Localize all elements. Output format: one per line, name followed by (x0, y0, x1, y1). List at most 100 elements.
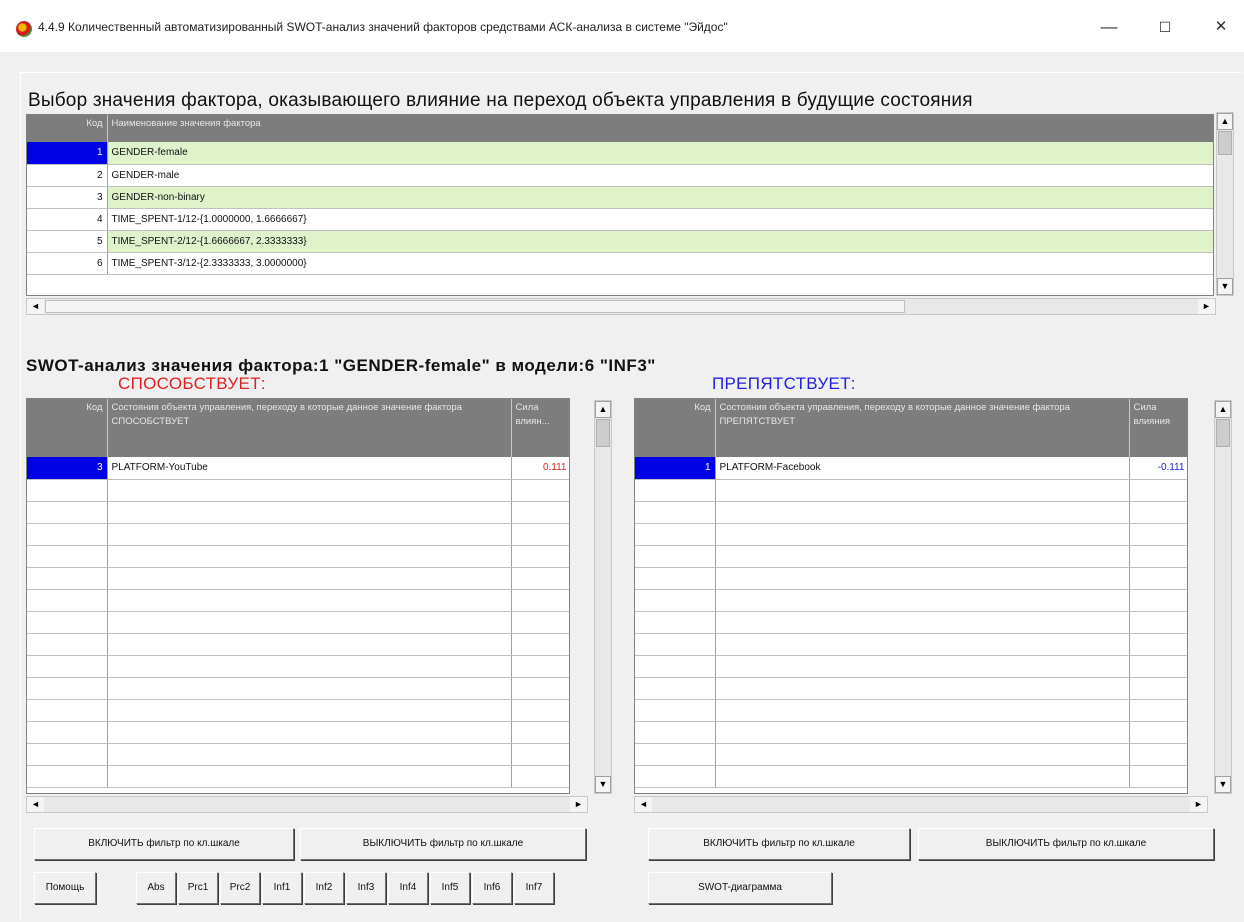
cell-name[interactable]: GENDER-male (107, 164, 1213, 187)
table-row[interactable] (635, 501, 1187, 524)
scroll-up-icon[interactable]: ▲ (595, 401, 611, 418)
cell-code[interactable]: 4 (27, 208, 108, 231)
table-row[interactable] (635, 589, 1187, 612)
table-row[interactable]: 3 PLATFORM-YouTube 0.111 (27, 457, 569, 480)
table-row[interactable] (635, 611, 1187, 634)
table-row[interactable] (635, 765, 1187, 788)
cell-name[interactable]: TIME_SPENT-1/12-{1.0000000, 1.6666667} (107, 208, 1213, 231)
model-inf2-button[interactable]: Inf2 (304, 872, 344, 904)
table-row[interactable]: 6 TIME_SPENT-3/12-{2.3333333, 3.0000000} (27, 252, 1213, 275)
table-row[interactable] (27, 633, 569, 656)
table-row[interactable] (27, 721, 569, 744)
table-row[interactable] (635, 567, 1187, 590)
table-row[interactable] (27, 545, 569, 568)
scroll-left-icon[interactable]: ◄ (27, 797, 44, 812)
col-header-code[interactable]: Код (27, 115, 108, 142)
cell-code[interactable]: 6 (27, 252, 108, 275)
table-row[interactable] (27, 479, 569, 502)
scroll-right-icon[interactable]: ► (1198, 299, 1215, 314)
table-row[interactable] (27, 523, 569, 546)
promotes-grid[interactable]: Код Состояния объекта управления, перехо… (26, 398, 570, 794)
table-row[interactable] (635, 545, 1187, 568)
col-header-code[interactable]: Код (635, 399, 716, 457)
cell-name[interactable]: GENDER-non-binary (107, 186, 1213, 209)
col-header-name[interactable]: Состояния объекта управления, переходу в… (107, 399, 512, 457)
col-header-name[interactable]: Состояния объекта управления, переходу в… (715, 399, 1130, 457)
scroll-down-icon[interactable]: ▼ (1217, 278, 1233, 295)
table-row[interactable] (27, 677, 569, 700)
scroll-thumb[interactable] (1216, 419, 1230, 447)
scroll-left-icon[interactable]: ◄ (27, 299, 44, 314)
scroll-up-icon[interactable]: ▲ (1215, 401, 1231, 418)
scroll-thumb[interactable] (596, 419, 610, 447)
right-filter-on-button[interactable]: ВКЛЮЧИТЬ фильтр по кл.шкале (648, 828, 910, 860)
col-header-code[interactable]: Код (27, 399, 108, 457)
scroll-down-icon[interactable]: ▼ (595, 776, 611, 793)
table-row[interactable] (635, 633, 1187, 656)
model-abs-button[interactable]: Abs (136, 872, 176, 904)
table-row[interactable]: 1 GENDER-female (27, 142, 1213, 165)
col-header-strength[interactable]: Сила влияния (1129, 399, 1187, 457)
model-inf3-button[interactable]: Inf3 (346, 872, 386, 904)
table-row[interactable] (635, 677, 1187, 700)
factor-grid-vertical-scrollbar[interactable]: ▲ ▼ (1216, 112, 1234, 296)
model-inf1-button[interactable]: Inf1 (262, 872, 302, 904)
hinders-grid[interactable]: Код Состояния объекта управления, перехо… (634, 398, 1188, 794)
model-prc2-button[interactable]: Prc2 (220, 872, 260, 904)
cell-code[interactable]: 2 (27, 164, 108, 187)
cell-name[interactable]: TIME_SPENT-2/12-{1.6666667, 2.3333333} (107, 230, 1213, 253)
table-row[interactable] (635, 699, 1187, 722)
table-row[interactable]: 3 GENDER-non-binary (27, 186, 1213, 209)
model-inf7-button[interactable]: Inf7 (514, 872, 554, 904)
scroll-left-icon[interactable]: ◄ (635, 797, 652, 812)
table-row[interactable] (635, 721, 1187, 744)
cell-code[interactable]: 3 (27, 457, 108, 480)
scroll-right-icon[interactable]: ► (570, 797, 587, 812)
cell-strength[interactable]: 0.111 (511, 457, 569, 480)
cell-strength[interactable]: -0.111 (1129, 457, 1187, 480)
table-row[interactable] (635, 655, 1187, 678)
table-row[interactable]: 2 GENDER-male (27, 164, 1213, 187)
hinders-vertical-scrollbar[interactable]: ▲ ▼ (1214, 400, 1232, 794)
left-filter-on-button[interactable]: ВКЛЮЧИТЬ фильтр по кл.шкале (34, 828, 294, 860)
help-button[interactable]: Помощь (34, 872, 96, 904)
table-row[interactable] (27, 699, 569, 722)
factor-grid-horizontal-scrollbar[interactable]: ◄ ► (26, 298, 1216, 315)
table-row[interactable] (27, 589, 569, 612)
model-inf4-button[interactable]: Inf4 (388, 872, 428, 904)
cell-name[interactable]: PLATFORM-Facebook (715, 457, 1130, 480)
scroll-thumb[interactable] (1218, 131, 1232, 155)
cell-code[interactable]: 1 (27, 142, 108, 165)
promotes-horizontal-scrollbar[interactable]: ◄ ► (26, 796, 588, 813)
col-header-strength[interactable]: Сила влиян... (511, 399, 569, 457)
cell-code[interactable]: 1 (635, 457, 716, 480)
table-row[interactable]: 1 PLATFORM-Facebook -0.111 (635, 457, 1187, 480)
table-row[interactable] (27, 743, 569, 766)
factor-values-grid[interactable]: Код Наименование значения фактора 1 GEND… (26, 114, 1214, 296)
table-row[interactable] (27, 611, 569, 634)
table-row[interactable] (635, 523, 1187, 546)
right-filter-off-button[interactable]: ВЫКЛЮЧИТЬ фильтр по кл.шкале (918, 828, 1214, 860)
swot-diagram-button[interactable]: SWOT-диаграмма (648, 872, 832, 904)
close-button[interactable]: ✕ (1206, 14, 1236, 40)
promotes-vertical-scrollbar[interactable]: ▲ ▼ (594, 400, 612, 794)
maximize-button[interactable]: ☐ (1150, 14, 1180, 40)
scroll-down-icon[interactable]: ▼ (1215, 776, 1231, 793)
table-row[interactable] (635, 743, 1187, 766)
table-row[interactable]: 5 TIME_SPENT-2/12-{1.6666667, 2.3333333} (27, 230, 1213, 253)
cell-code[interactable]: 3 (27, 186, 108, 209)
cell-code[interactable]: 5 (27, 230, 108, 253)
cell-name[interactable]: TIME_SPENT-3/12-{2.3333333, 3.0000000} (107, 252, 1213, 275)
table-row[interactable]: 4 TIME_SPENT-1/12-{1.0000000, 1.6666667} (27, 208, 1213, 231)
model-inf5-button[interactable]: Inf5 (430, 872, 470, 904)
table-row[interactable] (27, 567, 569, 590)
left-filter-off-button[interactable]: ВЫКЛЮЧИТЬ фильтр по кл.шкале (300, 828, 586, 860)
table-row[interactable] (27, 765, 569, 788)
hinders-horizontal-scrollbar[interactable]: ◄ ► (634, 796, 1208, 813)
model-prc1-button[interactable]: Prc1 (178, 872, 218, 904)
minimize-button[interactable]: — (1094, 14, 1124, 40)
scroll-up-icon[interactable]: ▲ (1217, 113, 1233, 130)
model-inf6-button[interactable]: Inf6 (472, 872, 512, 904)
table-row[interactable] (27, 501, 569, 524)
cell-name[interactable]: PLATFORM-YouTube (107, 457, 512, 480)
